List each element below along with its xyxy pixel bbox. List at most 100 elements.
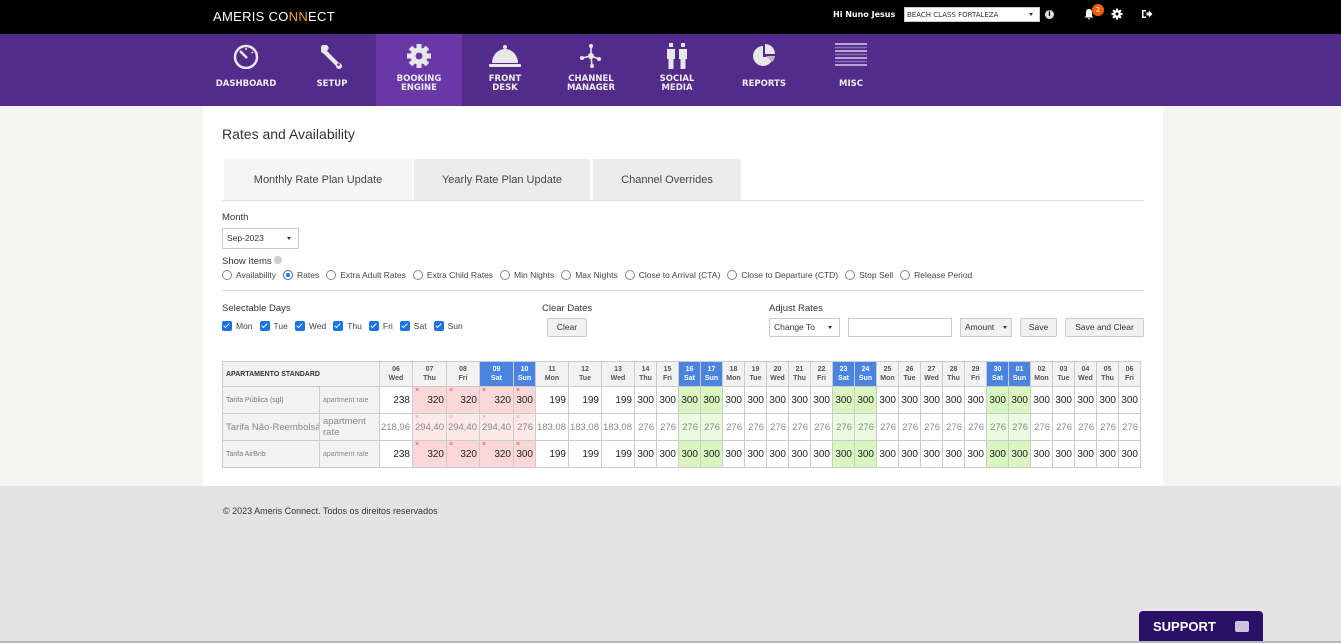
rate-cell[interactable]: 276: [986, 413, 1009, 441]
date-header[interactable]: 20 Wed: [766, 361, 789, 387]
show-item-radio[interactable]: Min Nights: [500, 270, 554, 280]
rate-cell[interactable]: 276: [656, 413, 679, 441]
rate-cell[interactable]: 199: [535, 440, 569, 468]
rate-cell[interactable]: 300: [1008, 386, 1031, 414]
rate-cell[interactable]: 238: [379, 386, 413, 414]
date-header[interactable]: 05 Thu: [1096, 361, 1119, 387]
adjust-value-input[interactable]: [848, 318, 952, 337]
rate-cell[interactable]: 276: [964, 413, 987, 441]
date-header[interactable]: 21 Thu: [788, 361, 811, 387]
show-item-radio[interactable]: Availability: [222, 270, 276, 280]
radio-button[interactable]: [412, 270, 423, 280]
radio-button[interactable]: [283, 270, 294, 280]
rate-cell[interactable]: 300: [744, 440, 767, 468]
rate-cell[interactable]: × 294,40: [446, 413, 480, 441]
nav-setup[interactable]: SETUP: [289, 34, 375, 106]
rate-cell[interactable]: × 294,40: [479, 413, 514, 441]
date-header[interactable]: 18 Mon: [722, 361, 745, 387]
rate-cell[interactable]: 276: [766, 413, 789, 441]
rate-cell[interactable]: 300: [744, 386, 767, 414]
rate-cell[interactable]: 300: [1030, 440, 1053, 468]
settings-gear-icon[interactable]: [1111, 8, 1123, 24]
day-checkbox-mon[interactable]: Mon: [222, 321, 253, 331]
rate-cell[interactable]: × 300: [513, 386, 536, 414]
rate-cell[interactable]: 300: [722, 386, 745, 414]
rate-cell[interactable]: 300: [1030, 386, 1053, 414]
rate-cell[interactable]: 300: [700, 386, 723, 414]
rate-cell[interactable]: 300: [942, 440, 965, 468]
rate-cell[interactable]: 300: [678, 386, 701, 414]
rate-cell[interactable]: 218,96: [379, 413, 413, 441]
checkbox-checked-icon[interactable]: [259, 321, 270, 331]
tab-monthly-rate-plan-update[interactable]: Monthly Rate Plan Update: [224, 159, 412, 201]
rate-cell[interactable]: 276: [920, 413, 943, 441]
date-header[interactable]: 10 Sun: [513, 361, 536, 387]
rate-cell[interactable]: 199: [568, 440, 602, 468]
save-button[interactable]: Save: [1020, 318, 1057, 337]
show-item-radio[interactable]: Max Nights: [561, 270, 618, 280]
rate-cell[interactable]: 276: [744, 413, 767, 441]
rate-cell[interactable]: 276: [810, 413, 833, 441]
show-item-radio[interactable]: Extra Adult Rates: [326, 270, 406, 280]
rate-cell[interactable]: 300: [832, 386, 855, 414]
date-header[interactable]: 04 Wed: [1074, 361, 1097, 387]
day-checkbox-tue[interactable]: Tue: [259, 321, 288, 331]
date-header[interactable]: 19 Tue: [744, 361, 767, 387]
checkbox-checked-icon[interactable]: [399, 321, 410, 331]
radio-button[interactable]: [900, 270, 911, 280]
rate-cell[interactable]: 276: [832, 413, 855, 441]
show-item-radio[interactable]: Close to Arrival (CTA): [624, 270, 720, 280]
date-header[interactable]: 08 Fri: [446, 361, 480, 387]
rate-cell[interactable]: 300: [810, 386, 833, 414]
rate-cell[interactable]: 300: [964, 440, 987, 468]
checkbox-checked-icon[interactable]: [294, 321, 305, 331]
show-item-radio[interactable]: Close to Departure (CTD): [727, 270, 838, 280]
clear-button[interactable]: Clear: [547, 318, 587, 337]
nav-booking-engine[interactable]: BOOKING ENGINE: [376, 34, 462, 109]
date-header[interactable]: 28 Thu: [942, 361, 965, 387]
date-header[interactable]: 01 Sun: [1008, 361, 1031, 387]
date-header[interactable]: 22 Fri: [810, 361, 833, 387]
date-header[interactable]: 26 Tue: [898, 361, 921, 387]
nav-dashboard[interactable]: DASHBOARD: [203, 34, 289, 106]
nav-channel-manager[interactable]: CHANNEL MANAGER: [548, 34, 634, 106]
date-header[interactable]: 17 Sun: [700, 361, 723, 387]
show-item-radio[interactable]: Extra Child Rates: [412, 270, 493, 280]
rate-cell[interactable]: × 320: [479, 440, 514, 468]
rate-cell[interactable]: 276: [1008, 413, 1031, 441]
rate-cell[interactable]: 183,08: [535, 413, 569, 441]
rate-cell[interactable]: 300: [920, 386, 943, 414]
rate-cell[interactable]: 300: [1096, 386, 1119, 414]
day-checkbox-sat[interactable]: Sat: [399, 321, 427, 331]
radio-button[interactable]: [727, 270, 738, 280]
day-checkbox-wed[interactable]: Wed: [294, 321, 326, 331]
logo[interactable]: AMERIS CONNECT: [213, 9, 335, 24]
rate-cell[interactable]: 276: [876, 413, 899, 441]
rate-cell[interactable]: 300: [1096, 440, 1119, 468]
rate-cell[interactable]: 300: [920, 440, 943, 468]
date-header[interactable]: 16 Sat: [678, 361, 701, 387]
rate-cell[interactable]: 276: [1096, 413, 1119, 441]
date-header[interactable]: 15 Fri: [656, 361, 679, 387]
date-header[interactable]: 27 Wed: [920, 361, 943, 387]
adjust-unit-select[interactable]: Amount: [960, 318, 1012, 337]
rate-cell[interactable]: 199: [601, 440, 635, 468]
show-item-radio[interactable]: Rates: [283, 270, 319, 280]
date-header[interactable]: 03 Tue: [1052, 361, 1075, 387]
rate-cell[interactable]: 276: [678, 413, 701, 441]
date-header[interactable]: 13 Wed: [601, 361, 635, 387]
show-item-radio[interactable]: Release Period: [900, 270, 972, 280]
rate-cell[interactable]: 199: [568, 386, 602, 414]
checkbox-checked-icon[interactable]: [368, 321, 379, 331]
rate-cell[interactable]: 300: [986, 386, 1009, 414]
radio-button[interactable]: [222, 270, 232, 280]
date-header[interactable]: 25 Mon: [876, 361, 899, 387]
rate-cell[interactable]: × 320: [479, 386, 514, 414]
rate-cell[interactable]: 276: [854, 413, 877, 441]
show-item-radio[interactable]: Stop Sell: [845, 270, 893, 280]
rate-cell[interactable]: 276: [700, 413, 723, 441]
rate-cell[interactable]: 300: [722, 440, 745, 468]
rate-cell[interactable]: 300: [634, 386, 657, 414]
rate-cell[interactable]: 300: [964, 386, 987, 414]
nav-reports[interactable]: REPORTS: [721, 34, 807, 106]
